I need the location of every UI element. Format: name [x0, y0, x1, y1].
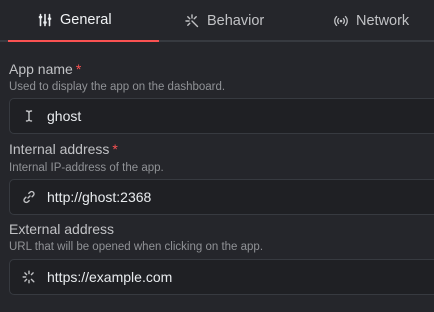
broadcast-icon: [334, 14, 348, 28]
external-address-label: External address: [9, 221, 114, 237]
app-name-description: Used to display the app on the dashboard…: [9, 81, 226, 93]
app-settings-panel: General Behavior Network App name * Used…: [0, 0, 434, 312]
sparkle-icon: [185, 14, 199, 28]
loader-icon: [22, 270, 36, 284]
required-marker: *: [75, 61, 82, 77]
app-name-input[interactable]: ghost: [9, 98, 434, 134]
internal-address-label-text: Internal address: [9, 141, 110, 157]
internal-address-value: http://ghost:2368: [47, 189, 152, 205]
sliders-icon: [38, 13, 52, 27]
required-marker: *: [112, 141, 118, 157]
app-name-label-text: App name: [9, 61, 73, 77]
text-cursor-icon: [22, 109, 36, 123]
tab-general-label: General: [60, 12, 112, 28]
external-address-input[interactable]: https://example.com: [9, 259, 434, 295]
app-name-value: ghost: [47, 108, 82, 124]
external-address-label-text: External address: [9, 221, 115, 237]
internal-address-label: Internal address *: [9, 141, 118, 157]
external-address-value: https://example.com: [47, 269, 173, 285]
app-name-label: App name *: [9, 61, 81, 77]
tab-network-label: Network: [356, 13, 410, 29]
external-address-description: URL that will be opened when clicking on…: [9, 241, 264, 253]
tab-bar: General Behavior Network: [0, 0, 434, 42]
link-icon: [22, 190, 36, 204]
tab-behavior-label: Behavior: [207, 13, 265, 29]
tab-network[interactable]: Network: [334, 0, 409, 42]
internal-address-input[interactable]: http://ghost:2368: [9, 179, 434, 215]
internal-address-description: Internal IP-address of the app.: [9, 162, 164, 174]
tab-general[interactable]: General: [8, 0, 159, 42]
tab-behavior[interactable]: Behavior: [185, 0, 264, 42]
